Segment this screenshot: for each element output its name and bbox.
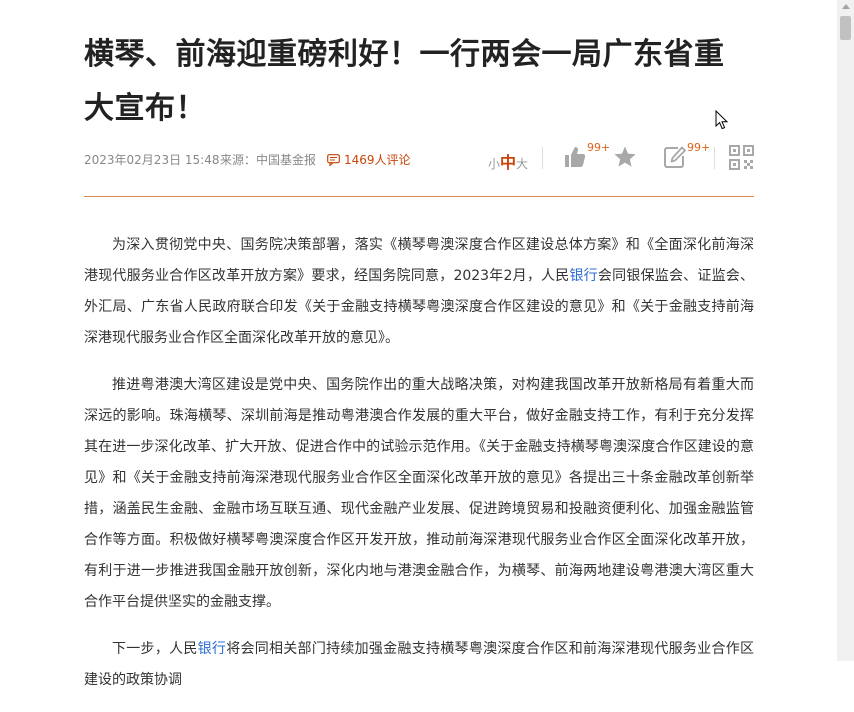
like-count-badge: 99+ (587, 141, 611, 154)
font-size-switcher: 小中大 (488, 149, 528, 173)
comment-count-badge: 99+ (687, 141, 711, 154)
favorite-button[interactable] (613, 145, 637, 169)
article-meta: 2023年02月23日 15:48 来源：中国基金报 1469人评论 小中大 9… (84, 141, 754, 173)
font-small-button[interactable]: 小 (488, 157, 500, 171)
comment-icon (327, 154, 340, 166)
qr-code-icon (729, 145, 754, 170)
scroll-up-arrow-icon[interactable] (842, 4, 850, 9)
vertical-scrollbar[interactable] (837, 0, 854, 661)
toolbar-divider (714, 147, 715, 169)
article-source: 来源：中国基金报 (220, 153, 317, 167)
qr-code-button[interactable] (729, 145, 754, 170)
article-paragraph: 下一步，人民银行将会同相关部门持续加强金融支持横琴粤澳深度合作区和前海深港现代服… (84, 634, 754, 696)
keyword-link[interactable]: 银行 (569, 268, 597, 284)
header-divider (84, 196, 754, 197)
comments-count: 1469 (344, 153, 375, 167)
toolbar-divider (542, 147, 543, 169)
thumb-up-icon (565, 147, 586, 167)
comments-suffix: 人评论 (374, 153, 411, 167)
publish-date: 2023年02月23日 15:48 (84, 153, 220, 167)
comments-link[interactable]: 1469人评论 (327, 151, 411, 168)
article-title: 横琴、前海迎重磅利好！一行两会一局广东省重大宣布！ (84, 37, 725, 126)
scroll-thumb[interactable] (840, 16, 851, 40)
article-paragraph: 推进粤港澳大湾区建设是党中央、国务院作出的重大战略决策，对构建我国改革开放新格局… (84, 370, 754, 618)
article-paragraph: 为深入贯彻党中央、国务院决策部署，落实《横琴粤澳深度合作区建设总体方案》和《全面… (84, 230, 754, 354)
font-large-button[interactable]: 大 (516, 157, 528, 171)
comment-edit-button[interactable] (663, 145, 687, 169)
paragraph-text: 下一步，人民 (112, 641, 198, 657)
keyword-link[interactable]: 银行 (198, 641, 227, 657)
star-icon (614, 146, 636, 167)
mouse-cursor-icon (715, 110, 729, 130)
paragraph-text: 推进粤港澳大湾区建设是党中央、国务院作出的重大战略决策，对构建我国改革开放新格局… (84, 377, 754, 610)
article-body: 为深入贯彻党中央、国务院决策部署，落实《横琴粤澳深度合作区建设总体方案》和《全面… (84, 230, 754, 712)
edit-icon (664, 146, 686, 168)
like-button[interactable] (563, 145, 587, 169)
font-medium-button[interactable]: 中 (500, 153, 516, 172)
